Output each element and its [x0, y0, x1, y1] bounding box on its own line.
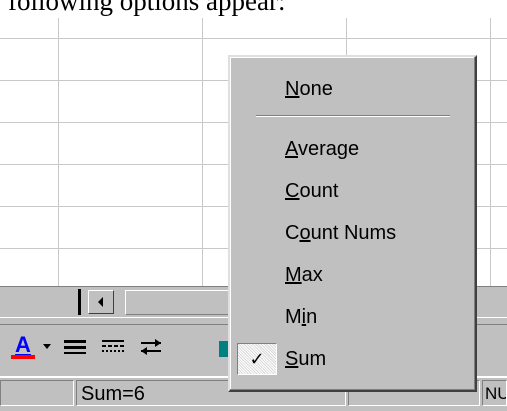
font-color-icon[interactable]: A	[8, 334, 38, 360]
menu-item-none[interactable]: None	[233, 71, 473, 107]
line-style-icon[interactable]	[60, 334, 90, 360]
caret-left-icon	[98, 297, 103, 307]
num-lock-indicator: NU	[482, 380, 507, 406]
scroll-left-button[interactable]	[88, 290, 114, 314]
status-ready-cell	[0, 380, 74, 406]
grid-col-line	[202, 18, 203, 286]
font-color-letter: A	[15, 332, 31, 357]
document-text: following options appear:	[8, 0, 286, 16]
menu-item-sum[interactable]: ✓ Sum	[233, 341, 473, 377]
tab-split-bar[interactable]	[78, 289, 81, 315]
arrow-style-icon[interactable]	[136, 334, 166, 360]
menu-item-average[interactable]: Average	[233, 131, 473, 167]
scroll-track[interactable]	[125, 290, 237, 315]
grid-col-line	[58, 18, 59, 286]
dropdown-arrow-icon[interactable]	[40, 334, 54, 360]
menu-item-count[interactable]: Count	[233, 173, 473, 209]
checkmark-icon: ✓	[237, 343, 277, 375]
grid-col-line	[490, 18, 491, 286]
dash-style-icon[interactable]	[98, 334, 128, 360]
menu-item-count-nums[interactable]: Count Nums	[233, 215, 473, 251]
grid-row-line	[0, 38, 507, 39]
autocalculate-context-menu: None Average Count Count Nums Max Min ✓ …	[228, 55, 477, 392]
menu-item-max[interactable]: Max	[233, 257, 473, 293]
menu-item-min[interactable]: Min	[233, 299, 473, 335]
menu-separator	[256, 115, 450, 117]
